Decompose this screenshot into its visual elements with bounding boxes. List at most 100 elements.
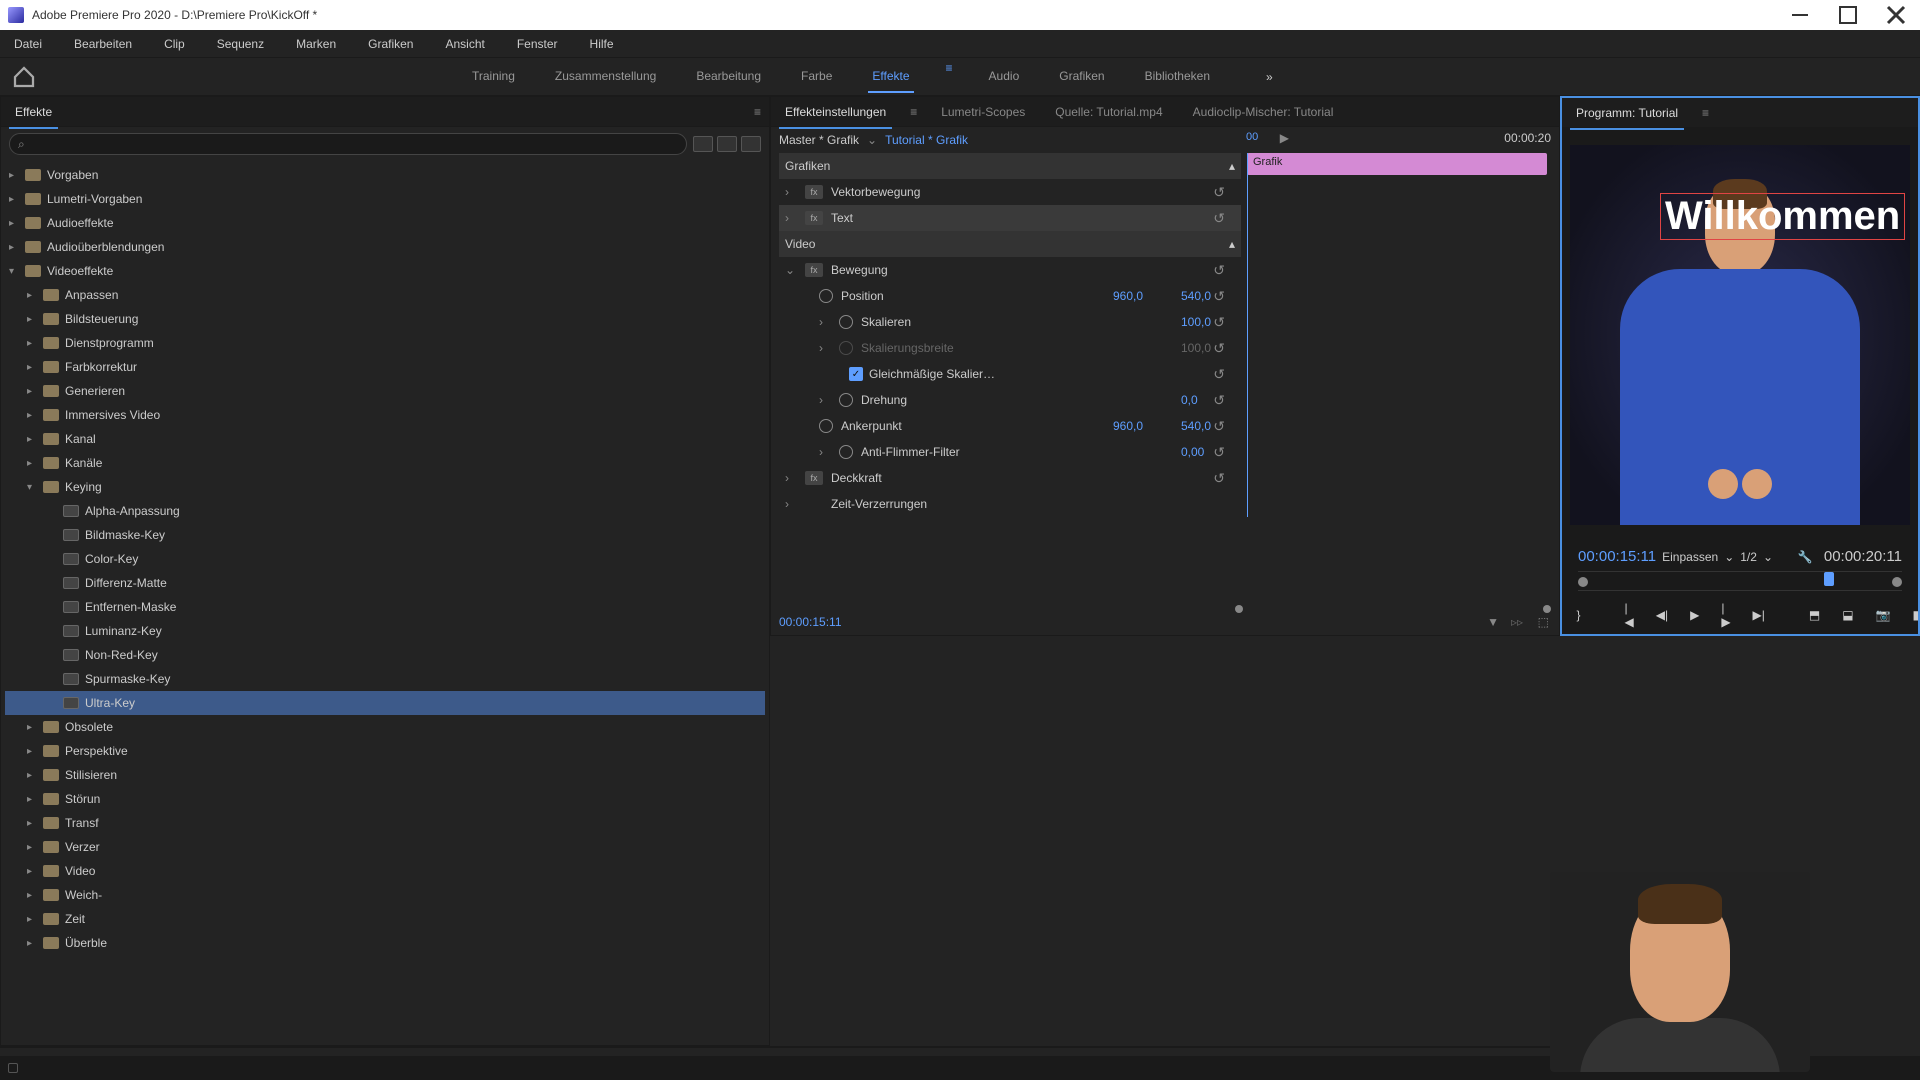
panel-menu-icon[interactable]: ≡ <box>754 105 761 119</box>
fx-badge-icon[interactable]: fx <box>805 263 823 277</box>
effects-tree-row[interactable]: ▸Farbkorrektur <box>5 355 765 379</box>
workspace-bearbeitung[interactable]: Bearbeitung <box>692 61 765 93</box>
effects-tree-row[interactable]: ▸Obsolete <box>5 715 765 739</box>
reset-icon[interactable]: ↺ <box>1213 444 1225 461</box>
compare-button[interactable]: ◧ <box>1913 605 1920 625</box>
step-back-button[interactable]: ◀| <box>1656 605 1668 625</box>
effects-tree-row[interactable]: ▸Generieren <box>5 379 765 403</box>
snap-icon[interactable]: ⬚ <box>1538 615 1549 629</box>
yuv-badge-icon[interactable] <box>741 136 761 152</box>
fit-dropdown[interactable]: Einpassen⌄ <box>1662 550 1734 564</box>
prop-vektorbewegung[interactable]: Vektorbewegung <box>831 185 1241 199</box>
effects-tree-row[interactable]: ▸Audioüberblendungen <box>5 235 765 259</box>
stopwatch-icon[interactable] <box>839 393 853 407</box>
effects-tree-row[interactable]: ▾Videoeffekte <box>5 259 765 283</box>
reset-icon[interactable]: ↺ <box>1213 210 1225 227</box>
prop-deckkraft[interactable]: Deckkraft <box>831 471 1241 485</box>
32bit-badge-icon[interactable] <box>717 136 737 152</box>
effects-tree-row[interactable]: Luminanz-Key <box>5 619 765 643</box>
effects-tree-row[interactable]: ▸Vorgaben <box>5 163 765 187</box>
accelerated-badge-icon[interactable] <box>693 136 713 152</box>
section-grafiken[interactable]: Grafiken <box>785 159 1241 173</box>
effects-tree-row[interactable]: ▸Verzer <box>5 835 765 859</box>
effects-tree-row[interactable]: ▸Zeit <box>5 907 765 931</box>
prop-zeitverzerrungen[interactable]: Zeit-Verzerrungen <box>831 497 1241 511</box>
tab-effekteinstellungen[interactable]: Effekteinstellungen <box>779 101 892 123</box>
anchor-y-value[interactable]: 540,0 <box>1181 419 1241 433</box>
effects-tree-row[interactable]: ▸Transf <box>5 811 765 835</box>
rotation-value[interactable]: 0,0 <box>1181 393 1241 407</box>
mini-scrubber[interactable] <box>1578 571 1902 591</box>
scale-value[interactable]: 100,0 <box>1181 315 1241 329</box>
reset-icon[interactable]: ↺ <box>1213 418 1225 435</box>
keyframe-tool-icon[interactable]: ▹▹ <box>1511 615 1523 629</box>
tab-programm[interactable]: Programm: Tutorial <box>1570 102 1684 124</box>
reset-icon[interactable]: ↺ <box>1213 288 1225 305</box>
position-x-value[interactable]: 960,0 <box>1113 289 1173 303</box>
fx-badge-icon[interactable]: fx <box>805 185 823 199</box>
chevron-down-icon[interactable]: ⌄ <box>867 133 877 147</box>
prop-bewegung[interactable]: Bewegung <box>831 263 1241 277</box>
collapse-arrow-icon[interactable]: ▴ <box>1229 237 1235 251</box>
tab-audioclip-mischer[interactable]: Audioclip-Mischer: Tutorial <box>1187 101 1340 123</box>
collapse-arrow-icon[interactable]: ▴ <box>1229 159 1235 173</box>
workspace-zusammenstellung[interactable]: Zusammenstellung <box>551 61 660 93</box>
tab-proj-2[interactable]: Proj <box>167 1047 200 1048</box>
reset-icon[interactable]: ↺ <box>1213 314 1225 331</box>
expand-icon[interactable]: › <box>785 497 797 511</box>
reset-icon[interactable]: ↺ <box>1213 470 1225 487</box>
close-button[interactable] <box>1880 3 1912 27</box>
stopwatch-icon[interactable] <box>819 419 833 433</box>
minimize-button[interactable] <box>1784 3 1816 27</box>
reset-icon[interactable]: ↺ <box>1213 366 1225 383</box>
master-clip-label[interactable]: Master * Grafik <box>779 133 859 147</box>
reset-icon[interactable]: ↺ <box>1213 392 1225 409</box>
section-video[interactable]: Video <box>785 237 1241 251</box>
menu-fenster[interactable]: Fenster <box>511 33 564 55</box>
workspace-menu-icon[interactable]: ≡ <box>946 61 953 93</box>
menu-grafiken[interactable]: Grafiken <box>362 33 419 55</box>
panel-menu-icon[interactable]: ≡ <box>910 105 917 119</box>
effects-tree-row[interactable]: ▸Kanäle <box>5 451 765 475</box>
stopwatch-icon[interactable] <box>839 315 853 329</box>
effects-tree-row[interactable]: Ultra-Key <box>5 691 765 715</box>
expand-icon[interactable]: › <box>819 315 831 329</box>
go-to-in-button[interactable]: |◀ <box>1624 605 1633 625</box>
lift-button[interactable]: ⬒ <box>1809 605 1820 625</box>
es-playhead-line[interactable] <box>1247 153 1248 517</box>
expand-icon[interactable]: ⌄ <box>785 263 797 277</box>
expand-icon[interactable]: › <box>819 393 831 407</box>
uniform-scale-checkbox[interactable]: ✓ <box>849 367 863 381</box>
es-scroll-handle-right[interactable] <box>1543 605 1551 613</box>
es-play-arrow-icon[interactable]: ▶ <box>1280 131 1289 145</box>
stopwatch-icon[interactable] <box>819 289 833 303</box>
es-clip-bar[interactable]: Grafik <box>1247 153 1547 175</box>
tab-quelle[interactable]: Quelle: Tutorial.mp4 <box>1049 101 1168 123</box>
workspace-training[interactable]: Training <box>468 61 519 93</box>
maximize-button[interactable] <box>1832 3 1864 27</box>
filter-icon[interactable]: ▼ <box>1487 615 1499 629</box>
expand-icon[interactable]: › <box>819 445 831 459</box>
effects-tree-row[interactable]: Bildmaske-Key <box>5 523 765 547</box>
effects-tree-row[interactable]: ▸Anpassen <box>5 283 765 307</box>
menu-ansicht[interactable]: Ansicht <box>439 33 490 55</box>
effects-tree-row[interactable]: Spurmaske-Key <box>5 667 765 691</box>
tab-lumetri-scopes[interactable]: Lumetri-Scopes <box>935 101 1031 123</box>
effects-tree-row[interactable]: ▸Audioeffekte <box>5 211 765 235</box>
tab-effekte[interactable]: Effekte <box>9 101 58 123</box>
extract-button[interactable]: ⬓ <box>1842 605 1853 625</box>
es-scroll-handle-left[interactable] <box>1235 605 1243 613</box>
menu-clip[interactable]: Clip <box>158 33 191 55</box>
menu-bearbeiten[interactable]: Bearbeiten <box>68 33 138 55</box>
effects-tree-row[interactable]: ▸Störun <box>5 787 765 811</box>
effects-tree-row[interactable]: ▸Kanal <box>5 427 765 451</box>
effects-tree-row[interactable]: Color-Key <box>5 547 765 571</box>
menu-marken[interactable]: Marken <box>290 33 342 55</box>
stopwatch-icon[interactable] <box>839 445 853 459</box>
reset-icon[interactable]: ↺ <box>1213 262 1225 279</box>
effects-tree-row[interactable]: ▸Perspektive <box>5 739 765 763</box>
workspace-audio[interactable]: Audio <box>985 61 1024 93</box>
reset-icon[interactable]: ↺ <box>1213 184 1225 201</box>
menu-sequenz[interactable]: Sequenz <box>211 33 270 55</box>
effects-tree[interactable]: ▸Vorgaben▸Lumetri-Vorgaben▸Audioeffekte▸… <box>1 161 769 1045</box>
